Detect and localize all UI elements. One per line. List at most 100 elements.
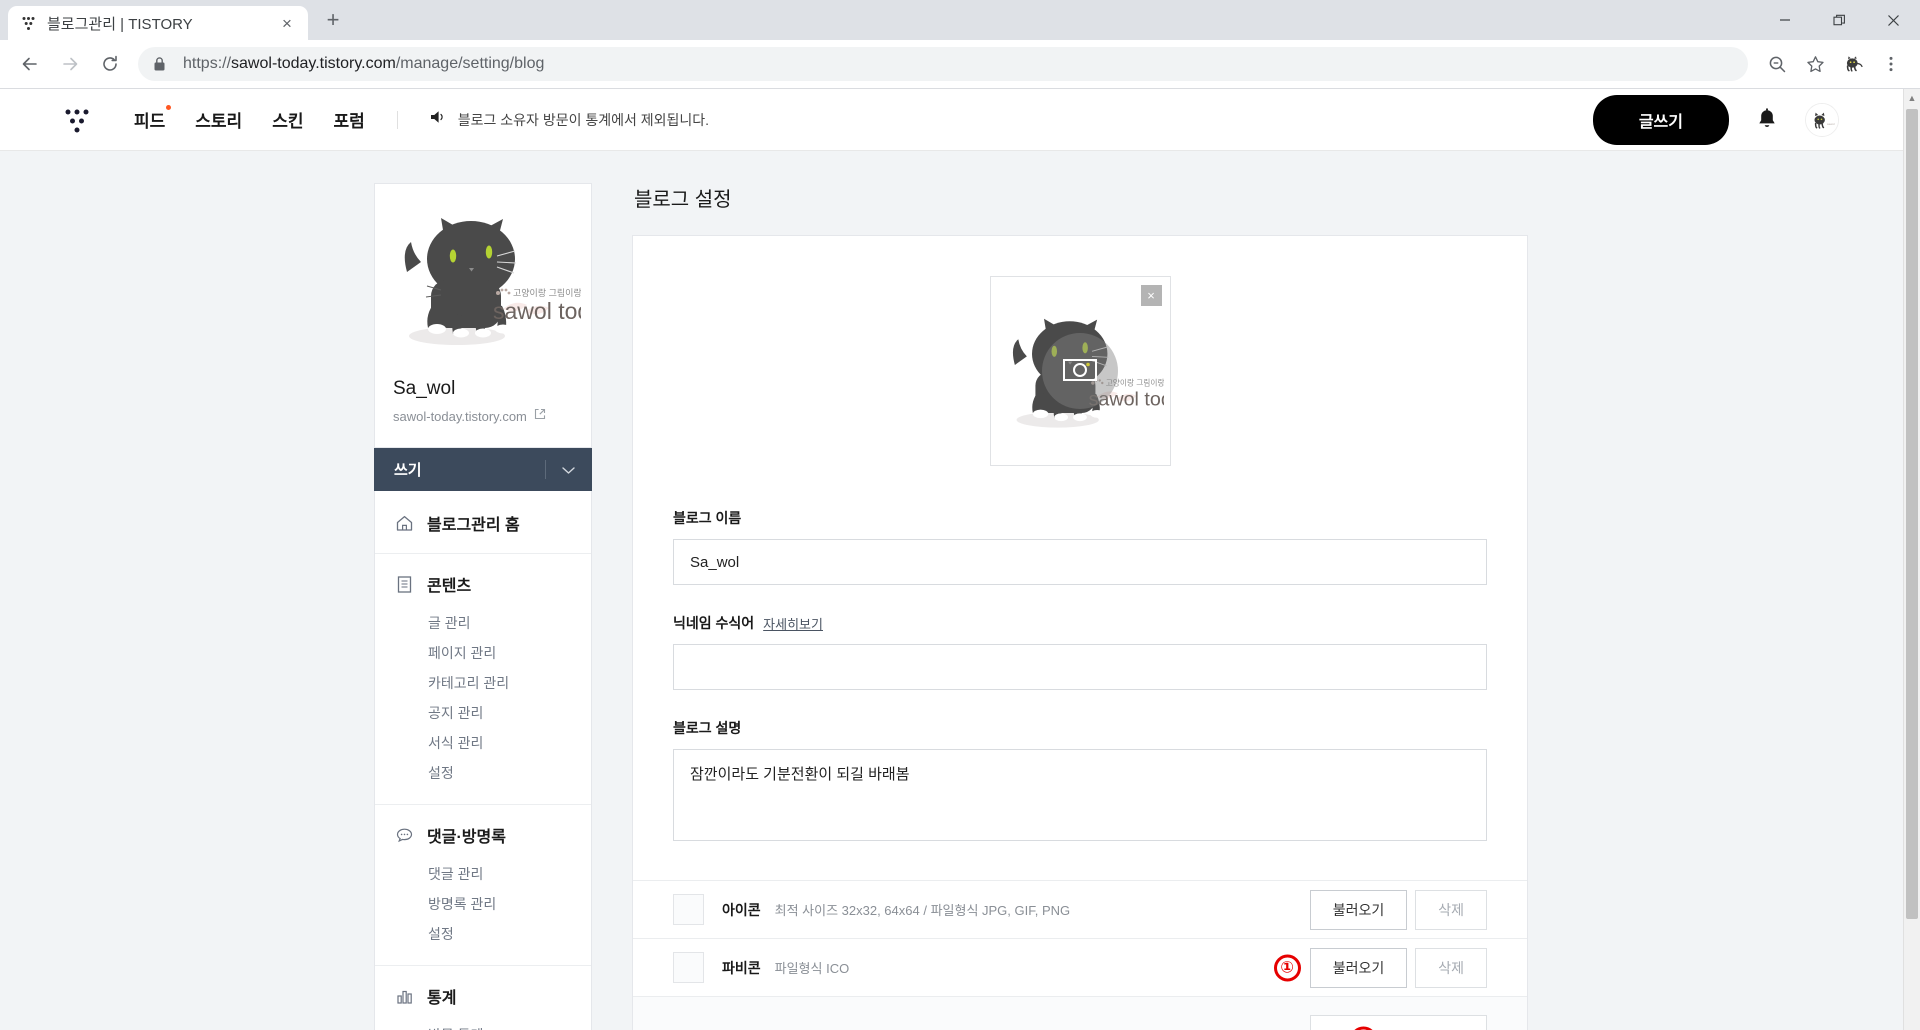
browser-tab[interactable]: 블로그관리 | TISTORY × [8, 6, 308, 40]
nav-item-forum-label: 포럼 [333, 112, 365, 131]
write-post-button[interactable]: 글쓰기 [1592, 94, 1729, 145]
sidebar-item-post-manage[interactable]: 글 관리 [375, 608, 591, 638]
profile-url: sawol-today.tistory.com [393, 408, 527, 424]
chevron-down-icon[interactable] [562, 461, 575, 478]
upload-row-favicon-desc: 파일형식 ICO [774, 961, 850, 976]
nav-divider [396, 110, 398, 129]
sidebar-item-visit-stats[interactable]: 방문 통계 [375, 1020, 591, 1030]
sidebar-item-page-manage[interactable]: 페이지 관리 [375, 638, 591, 668]
bell-icon[interactable] [1755, 107, 1779, 133]
page-title: 블로그 설정 [634, 189, 732, 211]
forward-arrow-icon[interactable] [50, 44, 90, 84]
sidebar: 고양이랑 그림이랑 sawol today Sa_wol sawol-today… [374, 183, 592, 1030]
url-host: sawol-today.tistory.com [231, 55, 396, 72]
owner-notice: 블로그 소유자 방문이 통계에서 제외됩니다. [430, 109, 709, 130]
chart-icon [395, 987, 414, 1006]
sidebar-group-contents-head[interactable]: 콘텐츠 [375, 572, 591, 596]
nickname-detail-link[interactable]: 자세히보기 [763, 614, 823, 633]
profile-thumbnail[interactable]: 고양이랑 그림이랑 sawol today [375, 184, 591, 374]
sidebar-subitems-comments: 댓글 관리 방명록 관리 설정 [375, 859, 591, 949]
icon-preview-thumbnail [673, 894, 704, 925]
document-icon [395, 575, 414, 594]
minimize-button[interactable] [1758, 0, 1812, 40]
nav-item-story[interactable]: 스토리 [195, 107, 242, 132]
upload-row-icon-desc: 최적 사이즈 32x32, 64x64 / 파일형식 JPG, GIF, PNG [774, 903, 1071, 918]
save-changes-button[interactable]: 변경사항 저장 [1310, 1015, 1487, 1030]
nav-item-skin-label: 스킨 [272, 112, 304, 131]
page-viewport: 피드 스토리 스킨 포럼 블로그 소유자 방문이 통계에서 제외됩니다. 글쓰기… [0, 89, 1920, 1030]
maximize-button[interactable] [1812, 0, 1866, 40]
sidebar-group-stats-head[interactable]: 통계 [375, 984, 591, 1008]
nav-item-forum[interactable]: 포럼 [333, 107, 364, 132]
svg-text:sawol today: sawol today [493, 298, 581, 324]
tistory-page: 피드 스토리 스킨 포럼 블로그 소유자 방문이 통계에서 제외됩니다. 글쓰기… [0, 89, 1903, 1030]
new-tab-button[interactable]: + [316, 6, 350, 40]
sidebar-item-comment-manage[interactable]: 댓글 관리 [375, 859, 591, 889]
icon-delete-button[interactable]: 삭제 [1415, 889, 1487, 930]
favicon-delete-button[interactable]: 삭제 [1415, 947, 1487, 988]
scrollbar-thumb[interactable] [1906, 109, 1918, 919]
upload-row-icon-name: 아이콘 [722, 901, 761, 918]
sidebar-item-home[interactable]: 블로그관리 홈 [375, 509, 591, 537]
toolbar-icons [1758, 45, 1910, 83]
favicon-row-actions: ① 불러오기 삭제 [1273, 947, 1487, 988]
nav-item-skin[interactable]: 스킨 [272, 107, 303, 132]
upload-row-icon: 아이콘 최적 사이즈 32x32, 64x64 / 파일형식 JPG, GIF,… [633, 880, 1527, 938]
bookmark-star-icon[interactable] [1796, 45, 1834, 83]
page-scrollbar[interactable]: ▲ [1903, 89, 1920, 1030]
field-blog-name-label-text: 블로그 이름 [673, 510, 742, 526]
sidebar-item-template-manage[interactable]: 서식 관리 [375, 728, 591, 758]
tistory-logo-icon[interactable] [60, 103, 94, 137]
sidebar-item-category-manage[interactable]: 카테고리 관리 [375, 668, 591, 698]
upload-row-favicon: 파비콘 파일형식 ICO ① 불러오기 삭제 [633, 938, 1527, 996]
url-scheme: https:// [183, 55, 232, 72]
field-blog-name: 블로그 이름 [673, 508, 1487, 585]
icon-load-button[interactable]: 불러오기 [1309, 889, 1408, 930]
favicon-preview-thumbnail [673, 952, 704, 983]
speaker-icon [430, 109, 448, 130]
field-nickname-label: 닉네임 수식어 자세히보기 [673, 613, 1487, 633]
main-content: 블로그 설정 고양이랑 그림이랑 sawol to × 블로그 이름 Sa_wo… [632, 183, 1528, 1030]
sidebar-item-notice-manage[interactable]: 공지 관리 [375, 698, 591, 728]
nav-item-feed[interactable]: 피드 [134, 105, 172, 132]
zoom-out-icon[interactable] [1758, 45, 1796, 83]
sidebar-group-comments-head[interactable]: 댓글·방명록 [375, 823, 591, 847]
browser-window: 블로그관리 | TISTORY × + https://sawol-today.… [0, 0, 1920, 1030]
profile-avatar-icon[interactable] [1834, 45, 1872, 83]
back-arrow-icon[interactable] [10, 44, 50, 84]
favicon-load-button[interactable]: 불러오기 [1309, 947, 1408, 988]
camera-overlay[interactable] [1042, 333, 1118, 409]
cover-image-area: 고양이랑 그림이랑 sawol today [633, 236, 1527, 508]
tab-close-icon[interactable]: × [276, 12, 298, 34]
cover-remove-button[interactable]: × [1140, 285, 1162, 306]
chrome-menu-icon[interactable] [1872, 45, 1910, 83]
user-avatar[interactable]: sawol [1805, 102, 1839, 137]
blog-description-textarea[interactable] [673, 749, 1487, 841]
sidebar-group-home: 블로그관리 홈 [375, 491, 591, 554]
write-dropdown-label: 쓰기 [394, 462, 422, 479]
field-nickname-modifier: 닉네임 수식어 자세히보기 [673, 613, 1487, 690]
address-bar[interactable]: https://sawol-today.tistory.com/manage/s… [138, 47, 1748, 81]
cover-image-box[interactable]: 고양이랑 그림이랑 sawol today [989, 276, 1171, 466]
reload-icon[interactable] [90, 44, 130, 84]
sidebar-nav: 블로그관리 홈 콘텐츠 글 관리 페이지 관리 카테고리 관리 공지 관리 서식… [374, 491, 592, 1030]
settings-form: 블로그 이름 닉네임 수식어 자세히보기 [633, 508, 1527, 880]
sidebar-item-comments-settings[interactable]: 설정 [375, 919, 591, 949]
close-window-button[interactable] [1866, 0, 1920, 40]
profile-meta: Sa_wol sawol-today.tistory.com [375, 374, 591, 447]
scroll-up-arrow-icon[interactable]: ▲ [1904, 89, 1920, 106]
profile-card: 고양이랑 그림이랑 sawol today Sa_wol sawol-today… [374, 183, 592, 448]
tistory-favicon-icon [20, 15, 37, 32]
svg-text:sawol: sawol [1827, 122, 1835, 126]
sidebar-item-guestbook-manage[interactable]: 방명록 관리 [375, 889, 591, 919]
sidebar-item-contents-settings[interactable]: 설정 [375, 758, 591, 788]
field-nickname-label-text: 닉네임 수식어 [673, 615, 755, 631]
profile-url-row[interactable]: sawol-today.tistory.com [393, 407, 573, 425]
new-badge-dot [166, 105, 172, 110]
blog-name-input[interactable] [673, 539, 1487, 585]
home-icon [395, 514, 414, 533]
write-dropdown[interactable]: 쓰기 [374, 448, 592, 491]
nickname-modifier-input[interactable] [673, 644, 1487, 690]
global-nav: 피드 스토리 스킨 포럼 [134, 105, 365, 132]
blog-settings-panel: 고양이랑 그림이랑 sawol today [632, 235, 1528, 1030]
